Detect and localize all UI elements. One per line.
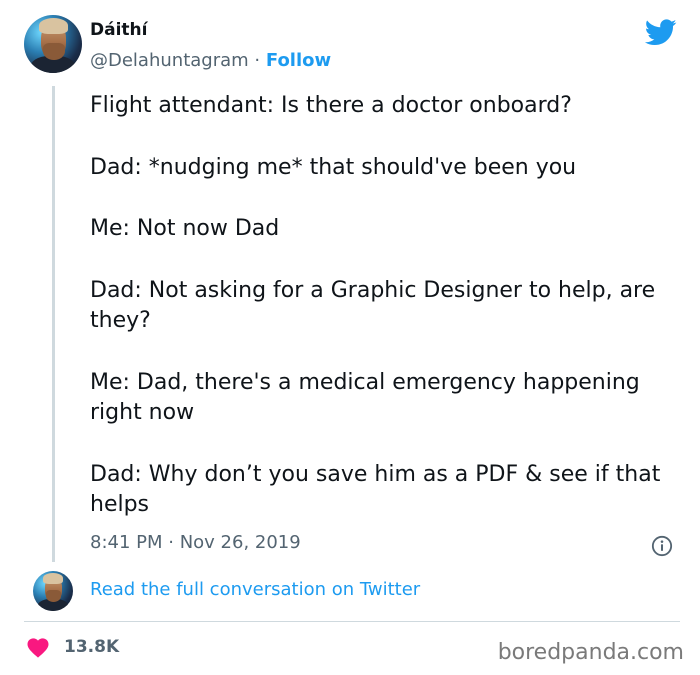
twitter-bird-icon[interactable] xyxy=(645,19,677,46)
handle-row: @Delahuntagram · Follow xyxy=(90,50,331,71)
read-conversation-link[interactable]: Read the full conversation on Twitter xyxy=(90,579,420,600)
thread-line xyxy=(52,86,55,562)
tweet-line: Me: Dad, there's a medical emergency hap… xyxy=(90,369,640,426)
follow-button[interactable]: Follow xyxy=(266,50,331,71)
separator: · xyxy=(254,50,261,71)
tweet-line: Dad: Why don’t you save him as a PDF & s… xyxy=(90,461,661,518)
divider xyxy=(24,621,680,622)
tweet-line: Me: Not now Dad xyxy=(90,216,280,241)
like-count: 13.8K xyxy=(64,637,120,657)
author-handle[interactable]: @Delahuntagram xyxy=(90,50,249,71)
tweet-line: Flight attendant: Is there a doctor onbo… xyxy=(90,93,572,118)
reply-avatar[interactable] xyxy=(33,571,73,611)
heart-icon[interactable] xyxy=(26,636,50,658)
tweet-line: Dad: *nudging me* that should've been yo… xyxy=(90,154,577,180)
tweet-timestamp[interactable]: 8:41 PM · Nov 26, 2019 xyxy=(90,532,301,553)
tweet-body: Flight attendant: Is there a doctor onbo… xyxy=(90,91,680,552)
author-name[interactable]: Dáithí xyxy=(90,20,147,40)
author-avatar[interactable] xyxy=(24,15,82,73)
watermark: boredpanda.com xyxy=(497,640,684,665)
info-icon[interactable] xyxy=(651,535,673,557)
tweet-line: Dad: Not asking for a Graphic Designer t… xyxy=(90,277,656,334)
